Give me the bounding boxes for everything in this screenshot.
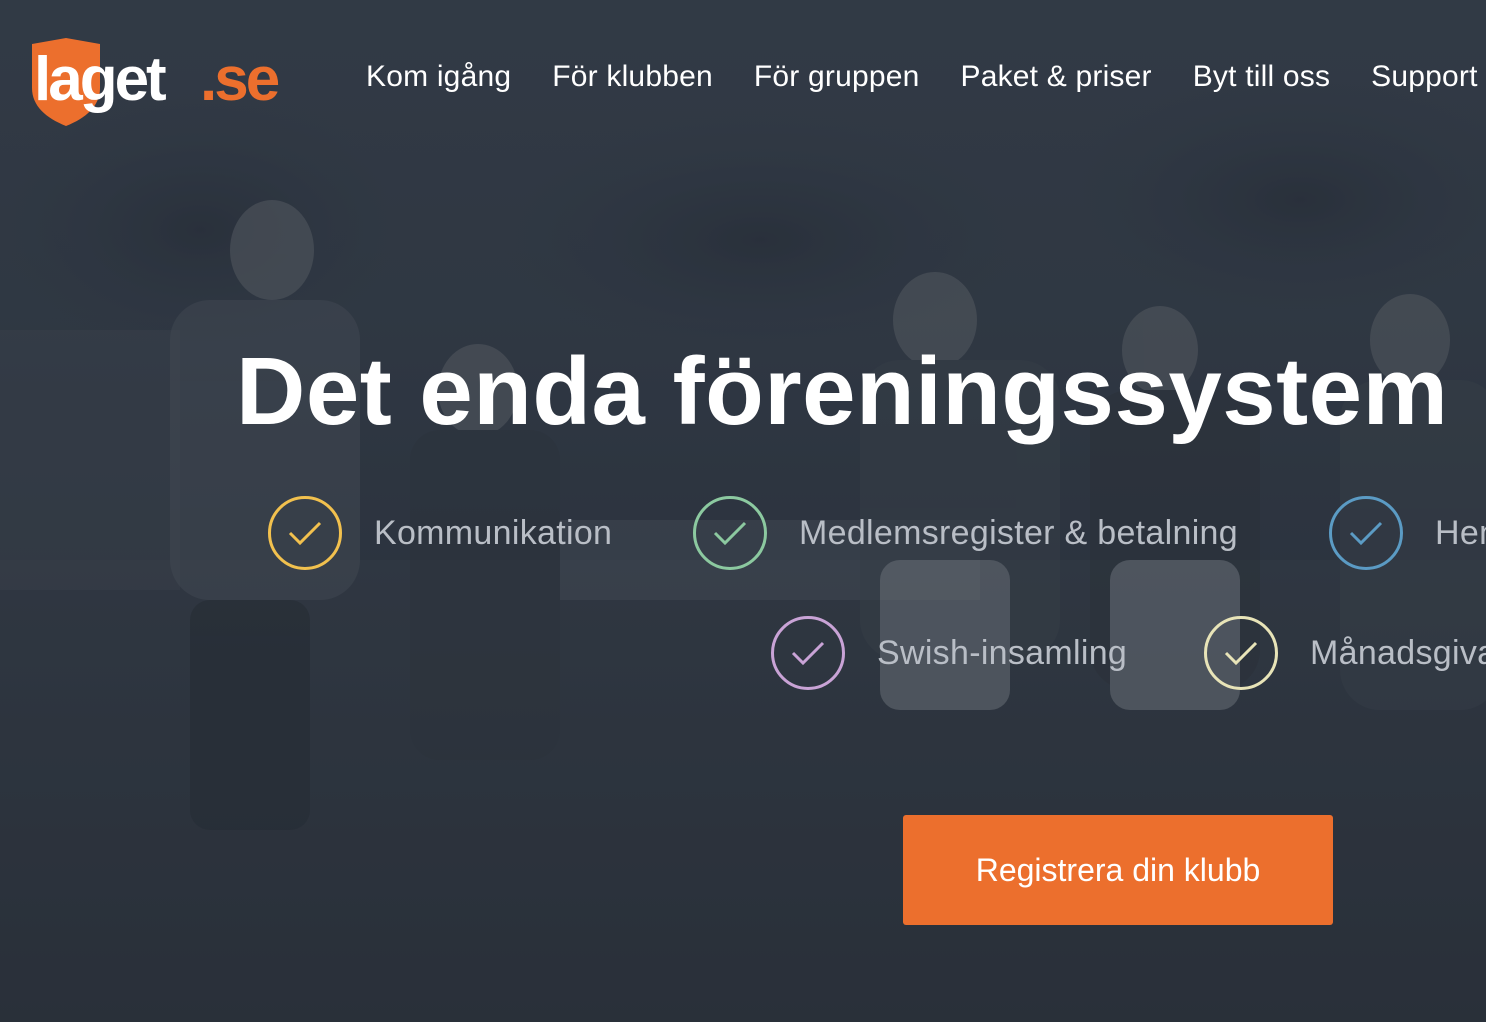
logo-text-suffix: .se [200, 45, 279, 114]
feature-hemsida: Hemsida [1329, 496, 1486, 570]
feature-manadsgivare: Månadsgivare [1204, 616, 1486, 690]
hero-headline: Det enda föreningssystem [236, 338, 1449, 445]
logo-shield-icon: laget .se [32, 38, 282, 126]
hero-content: laget .se Kom igång För klubben För grup… [0, 0, 1486, 1022]
nav-item-paket-priser[interactable]: Paket & priser [961, 56, 1152, 98]
nav-item-for-klubben[interactable]: För klubben [552, 56, 713, 98]
feature-medlemsregister: Medlemsregister & betalning [693, 496, 1238, 570]
logo-text-main: laget [34, 45, 166, 114]
check-icon [268, 496, 342, 570]
main-nav: Kom igång För klubben För gruppen Paket … [366, 56, 1486, 98]
feature-kommunikation: Kommunikation [268, 496, 612, 570]
check-icon [1204, 616, 1278, 690]
feature-label: Kommunikation [374, 513, 613, 552]
nav-item-byt-till-oss[interactable]: Byt till oss [1193, 56, 1330, 98]
nav-item-support[interactable]: Support [1371, 56, 1477, 98]
nav-item-kom-igang[interactable]: Kom igång [366, 56, 511, 98]
feature-label: Swish-insamling [877, 633, 1128, 672]
feature-label: Månadsgivare [1310, 633, 1486, 672]
check-icon [771, 616, 845, 690]
hero-section: laget .se Kom igång För klubben För grup… [0, 0, 1486, 1022]
check-icon [693, 496, 767, 570]
nav-item-for-gruppen[interactable]: För gruppen [754, 56, 920, 98]
check-icon [1329, 496, 1403, 570]
register-club-button[interactable]: Registrera din klubb [903, 815, 1333, 925]
feature-swish-insamling: Swish-insamling [771, 616, 1127, 690]
laget-logo[interactable]: laget .se [28, 36, 290, 128]
feature-label: Medlemsregister & betalning [799, 513, 1238, 552]
feature-label: Hemsida [1435, 513, 1486, 552]
